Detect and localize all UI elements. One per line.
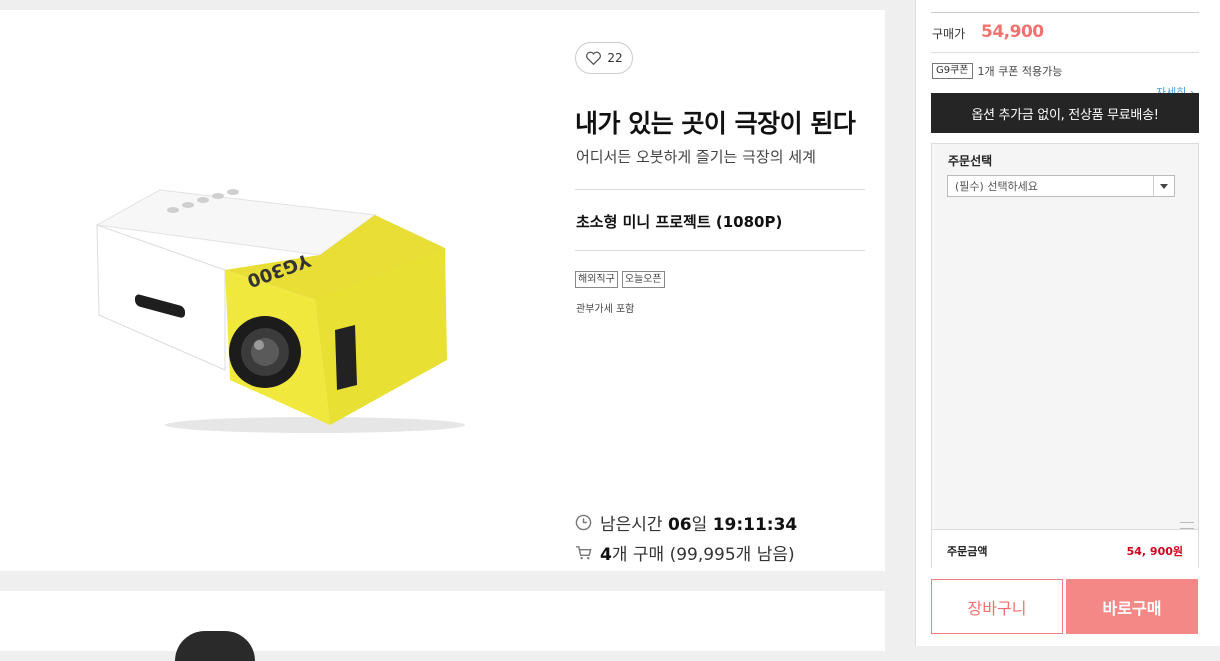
purchase-count: 4개 구매 (99,995개 남음): [575, 540, 795, 565]
divider: [575, 189, 865, 190]
cart-icon: [575, 546, 592, 560]
option-select-value: (필수) 선택하세요: [955, 180, 1038, 193]
cart-button[interactable]: 장바구니: [931, 579, 1063, 634]
order-total-row: 주문금액 54, 900원: [932, 529, 1198, 568]
badge-overseas: 해외직구: [575, 271, 618, 288]
option-select[interactable]: (필수) 선택하세요: [947, 175, 1175, 197]
badge-today-open: 오늘오픈: [621, 271, 665, 288]
remaining-time: 남은시간 06일 19:11:34: [575, 510, 797, 535]
coupon-row: G9쿠폰 1개 쿠폰 적용가능: [932, 63, 1062, 79]
order-title: 주문선택: [948, 154, 993, 168]
free-shipping-banner: 옵션 추가금 없이, 전상품 무료배송!: [931, 93, 1199, 133]
chevron-down-icon: [1153, 176, 1174, 196]
heart-icon: [586, 51, 602, 65]
tax-note: 관부가세 포함: [576, 304, 635, 315]
product-image: YG300: [95, 189, 465, 433]
purchase-count-label: 개 구매 (99,995개 남음): [611, 545, 795, 565]
like-button[interactable]: 22: [575, 42, 633, 74]
divider: [575, 250, 865, 251]
total-value: 54, 900원: [1126, 545, 1183, 558]
clock-icon: [575, 514, 592, 531]
next-product-image: [175, 631, 255, 661]
divider: [931, 12, 1199, 13]
price-value: 54,900: [981, 22, 1044, 42]
time-value: 19:11:34: [712, 515, 798, 535]
resize-grip[interactable]: [1180, 522, 1194, 529]
divider: [931, 52, 1199, 53]
buy-now-button[interactable]: 바로구매: [1066, 579, 1198, 634]
price-label: 구매가: [932, 27, 966, 41]
remaining-label: 남은시간: [600, 515, 663, 535]
product-name: 초소형 미니 프로젝트 (1080P): [576, 213, 783, 231]
days-value: 06: [667, 515, 692, 535]
coupon-text: 1개 쿠폰 적용가능: [977, 65, 1063, 78]
next-product-card: [0, 591, 885, 661]
days-unit: 일: [691, 515, 708, 535]
badge-list: 해외직구 오늘오픈: [575, 271, 665, 288]
total-label: 주문금액: [947, 545, 988, 558]
product-subtitle: 어디서든 오붓하게 즐기는 극장의 세계: [576, 148, 816, 166]
product-title: 내가 있는 곳이 극장이 된다: [575, 109, 856, 138]
order-selection-box: 주문선택 (필수) 선택하세요 주문금액 54, 900원: [931, 143, 1199, 568]
order-panel: 구매가 54,900 G9쿠폰 1개 쿠폰 적용가능 자세히 › 옵션 추가금 …: [915, 0, 1220, 646]
product-card: YG300 22 내가 있는 곳이 극장이 된다 어디서든 오붓하게 즐기는 극…: [0, 10, 885, 571]
coupon-tag: G9쿠폰: [932, 63, 973, 79]
purchase-count-value: 4: [600, 545, 612, 565]
like-count: 22: [607, 51, 623, 65]
